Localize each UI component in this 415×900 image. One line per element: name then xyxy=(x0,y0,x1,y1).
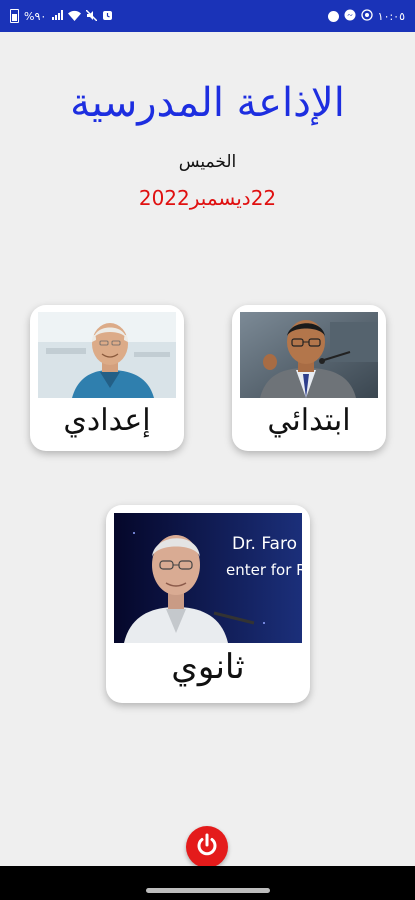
screen: %٩٠ ١٠:٠٥ الإذاعة المدرسية الخميس 22ديسم… xyxy=(0,0,415,900)
status-time: ١٠:٠٥ xyxy=(377,9,405,23)
photo-backdrop-text-2: enter for R xyxy=(226,561,302,579)
preparatory-stage-label: إعدادي xyxy=(63,403,151,438)
whatsapp-icon xyxy=(361,9,373,23)
battery-icon xyxy=(10,9,19,23)
wifi-icon xyxy=(68,10,82,23)
app-title: الإذاعة المدرسية xyxy=(70,80,345,126)
secondary-stage-card[interactable]: Dr. Faro enter for R ثانوي xyxy=(106,505,310,703)
secondary-stage-label: ثانوي xyxy=(171,647,245,687)
battery-percent: %٩٠ xyxy=(24,9,47,23)
preparatory-stage-card[interactable]: إعدادي xyxy=(30,305,184,451)
alarm-icon xyxy=(102,10,113,23)
status-bar: %٩٠ ١٠:٠٥ xyxy=(0,0,415,32)
status-left: %٩٠ xyxy=(10,8,113,23)
power-button[interactable] xyxy=(186,826,228,868)
signal-icon xyxy=(51,9,64,23)
secondary-stage-photo: Dr. Faro enter for R xyxy=(114,513,302,643)
day-label: الخميس xyxy=(178,152,237,172)
messenger-icon xyxy=(344,9,356,23)
home-gesture-handle[interactable] xyxy=(146,888,270,893)
primary-stage-label: ابتدائي xyxy=(267,403,351,438)
photo-backdrop-text-1: Dr. Faro xyxy=(232,534,297,554)
preparatory-stage-photo xyxy=(38,312,176,398)
navigation-bar xyxy=(0,866,415,900)
date-label: 22ديسمبر2022 xyxy=(138,186,277,210)
mute-icon xyxy=(85,8,98,23)
primary-stage-card[interactable]: ابتدائي xyxy=(232,305,386,451)
power-icon xyxy=(194,832,220,862)
status-right: ١٠:٠٥ xyxy=(327,9,405,23)
notification-icon xyxy=(327,10,339,22)
primary-stage-photo xyxy=(240,312,378,398)
